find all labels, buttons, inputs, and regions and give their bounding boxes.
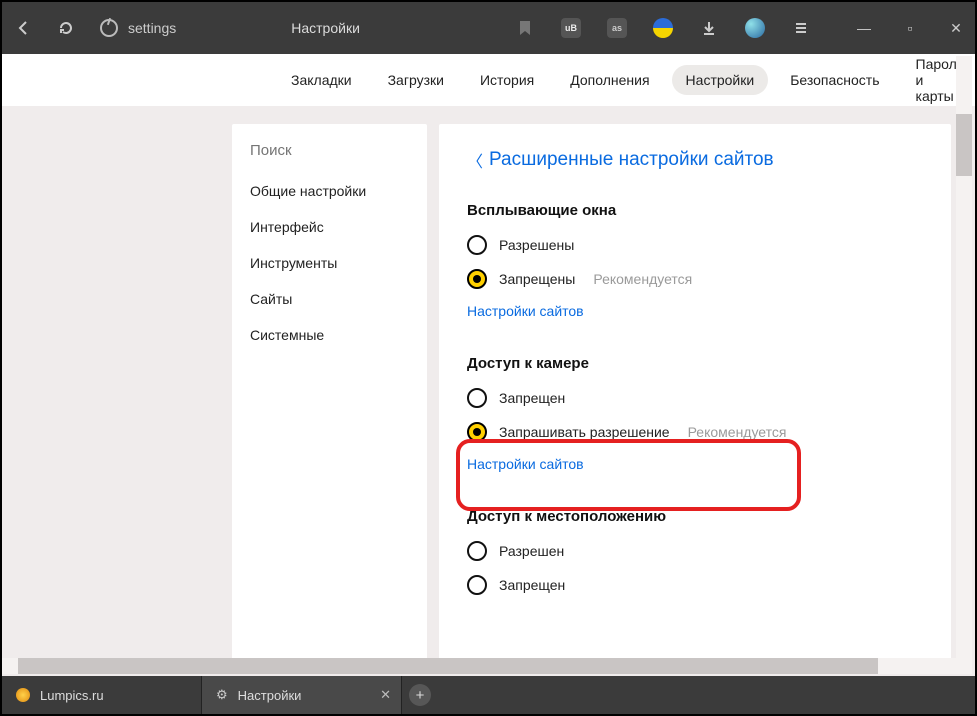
sidebar-item-4[interactable]: Системные [232,317,427,353]
yandex-icon [100,19,118,37]
radio-label: Запрещены [499,271,575,287]
nav-tab-3[interactable]: Дополнения [556,65,663,95]
browser-tab-0[interactable]: Lumpics.ru [2,676,202,714]
tab-title: Настройки [238,688,302,703]
radio-icon[interactable] [467,235,487,255]
maximize-button[interactable]: ▫ [903,20,917,37]
nav-tab-2[interactable]: История [466,65,548,95]
nav-tab-1[interactable]: Загрузки [374,65,458,95]
radio-label: Запрашивать разрешение [499,424,670,440]
browser-tab-1[interactable]: ⚙ Настройки ✕ [202,676,402,714]
radio-icon[interactable] [467,422,487,442]
radio-label: Разрешены [499,237,574,253]
site-settings-link[interactable]: Настройки сайтов [467,303,923,319]
lastfm-icon[interactable]: as [607,18,627,38]
sidebar-item-3[interactable]: Сайты [232,281,427,317]
close-tab-icon[interactable]: ✕ [380,687,391,703]
vertical-scrollbar[interactable] [956,56,972,674]
recommended-label: Рекомендуется [593,271,692,287]
radio-option[interactable]: Разрешены [467,235,923,255]
radio-option[interactable]: Запрещен [467,388,923,408]
section-title: Всплывающие окна [467,202,923,219]
page-title: Настройки [291,20,360,36]
settings-main: 〈 Расширенные настройки сайтов Всплывающ… [439,124,951,668]
sidebar-item-0[interactable]: Общие настройки [232,173,427,209]
close-button[interactable]: ✕ [949,20,963,37]
downloads-icon[interactable] [699,18,719,38]
section-0: Всплывающие окна Разрешены Запрещены Рекоме… [467,202,923,319]
tab-title: Lumpics.ru [40,688,104,703]
radio-option[interactable]: Запрашивать разрешение Рекомендуется [467,422,923,442]
horizontal-scrollbar[interactable] [2,658,957,674]
search-input[interactable] [232,124,427,173]
section-title: Доступ к местоположению [467,508,923,525]
profile-icon[interactable] [745,18,765,38]
address-bar[interactable]: settings [100,19,176,37]
nav-tab-0[interactable]: Закладки [277,65,366,95]
radio-label: Разрешен [499,543,564,559]
titlebar: settings Настройки uB as — ▫ ✕ [2,2,975,54]
radio-label: Запрещен [499,577,565,593]
radio-option[interactable]: Разрешен [467,541,923,561]
new-tab-button[interactable]: + [402,676,438,714]
radio-option[interactable]: Запрещен [467,575,923,595]
bookmark-icon[interactable] [515,18,535,38]
favicon-icon [16,688,30,702]
settings-nav: Закладки Загрузки История Дополнения Настрой… [2,54,975,106]
radio-option[interactable]: Запрещены Рекомендуется [467,269,923,289]
menu-icon[interactable] [791,18,811,38]
plus-icon: + [409,684,431,706]
nav-tab-5[interactable]: Безопасность [776,65,893,95]
gear-icon: ⚙ [216,687,228,703]
section-title: Доступ к камере [467,355,923,372]
section-1: Доступ к камере Запрещен Запрашивать разре… [467,355,923,472]
recommended-label: Рекомендуется [688,424,787,440]
breadcrumb[interactable]: 〈 Расширенные настройки сайтов [467,148,923,172]
browser-tabbar: Lumpics.ru ⚙ Настройки ✕ + [2,676,975,714]
back-icon[interactable] [14,18,34,38]
radio-icon[interactable] [467,388,487,408]
sidebar-item-2[interactable]: Инструменты [232,245,427,281]
radio-label: Запрещен [499,390,565,406]
section-2: Доступ к местоположению Разрешен Запрещен [467,508,923,595]
nav-tab-4[interactable]: Настройки [672,65,769,95]
address-text: settings [128,20,176,36]
radio-icon[interactable] [467,575,487,595]
site-settings-link[interactable]: Настройки сайтов [467,456,923,472]
ukraine-flag-icon[interactable] [653,18,673,38]
radio-icon[interactable] [467,541,487,561]
minimize-button[interactable]: — [857,20,871,37]
reload-icon[interactable] [56,18,76,38]
radio-icon[interactable] [467,269,487,289]
settings-sidebar: Общие настройкиИнтерфейсИнструментыСайты… [232,124,427,668]
ublock-icon[interactable]: uB [561,18,581,38]
sidebar-item-1[interactable]: Интерфейс [232,209,427,245]
breadcrumb-text: Расширенные настройки сайтов [489,149,774,171]
chevron-left-icon: 〈 [467,148,483,172]
